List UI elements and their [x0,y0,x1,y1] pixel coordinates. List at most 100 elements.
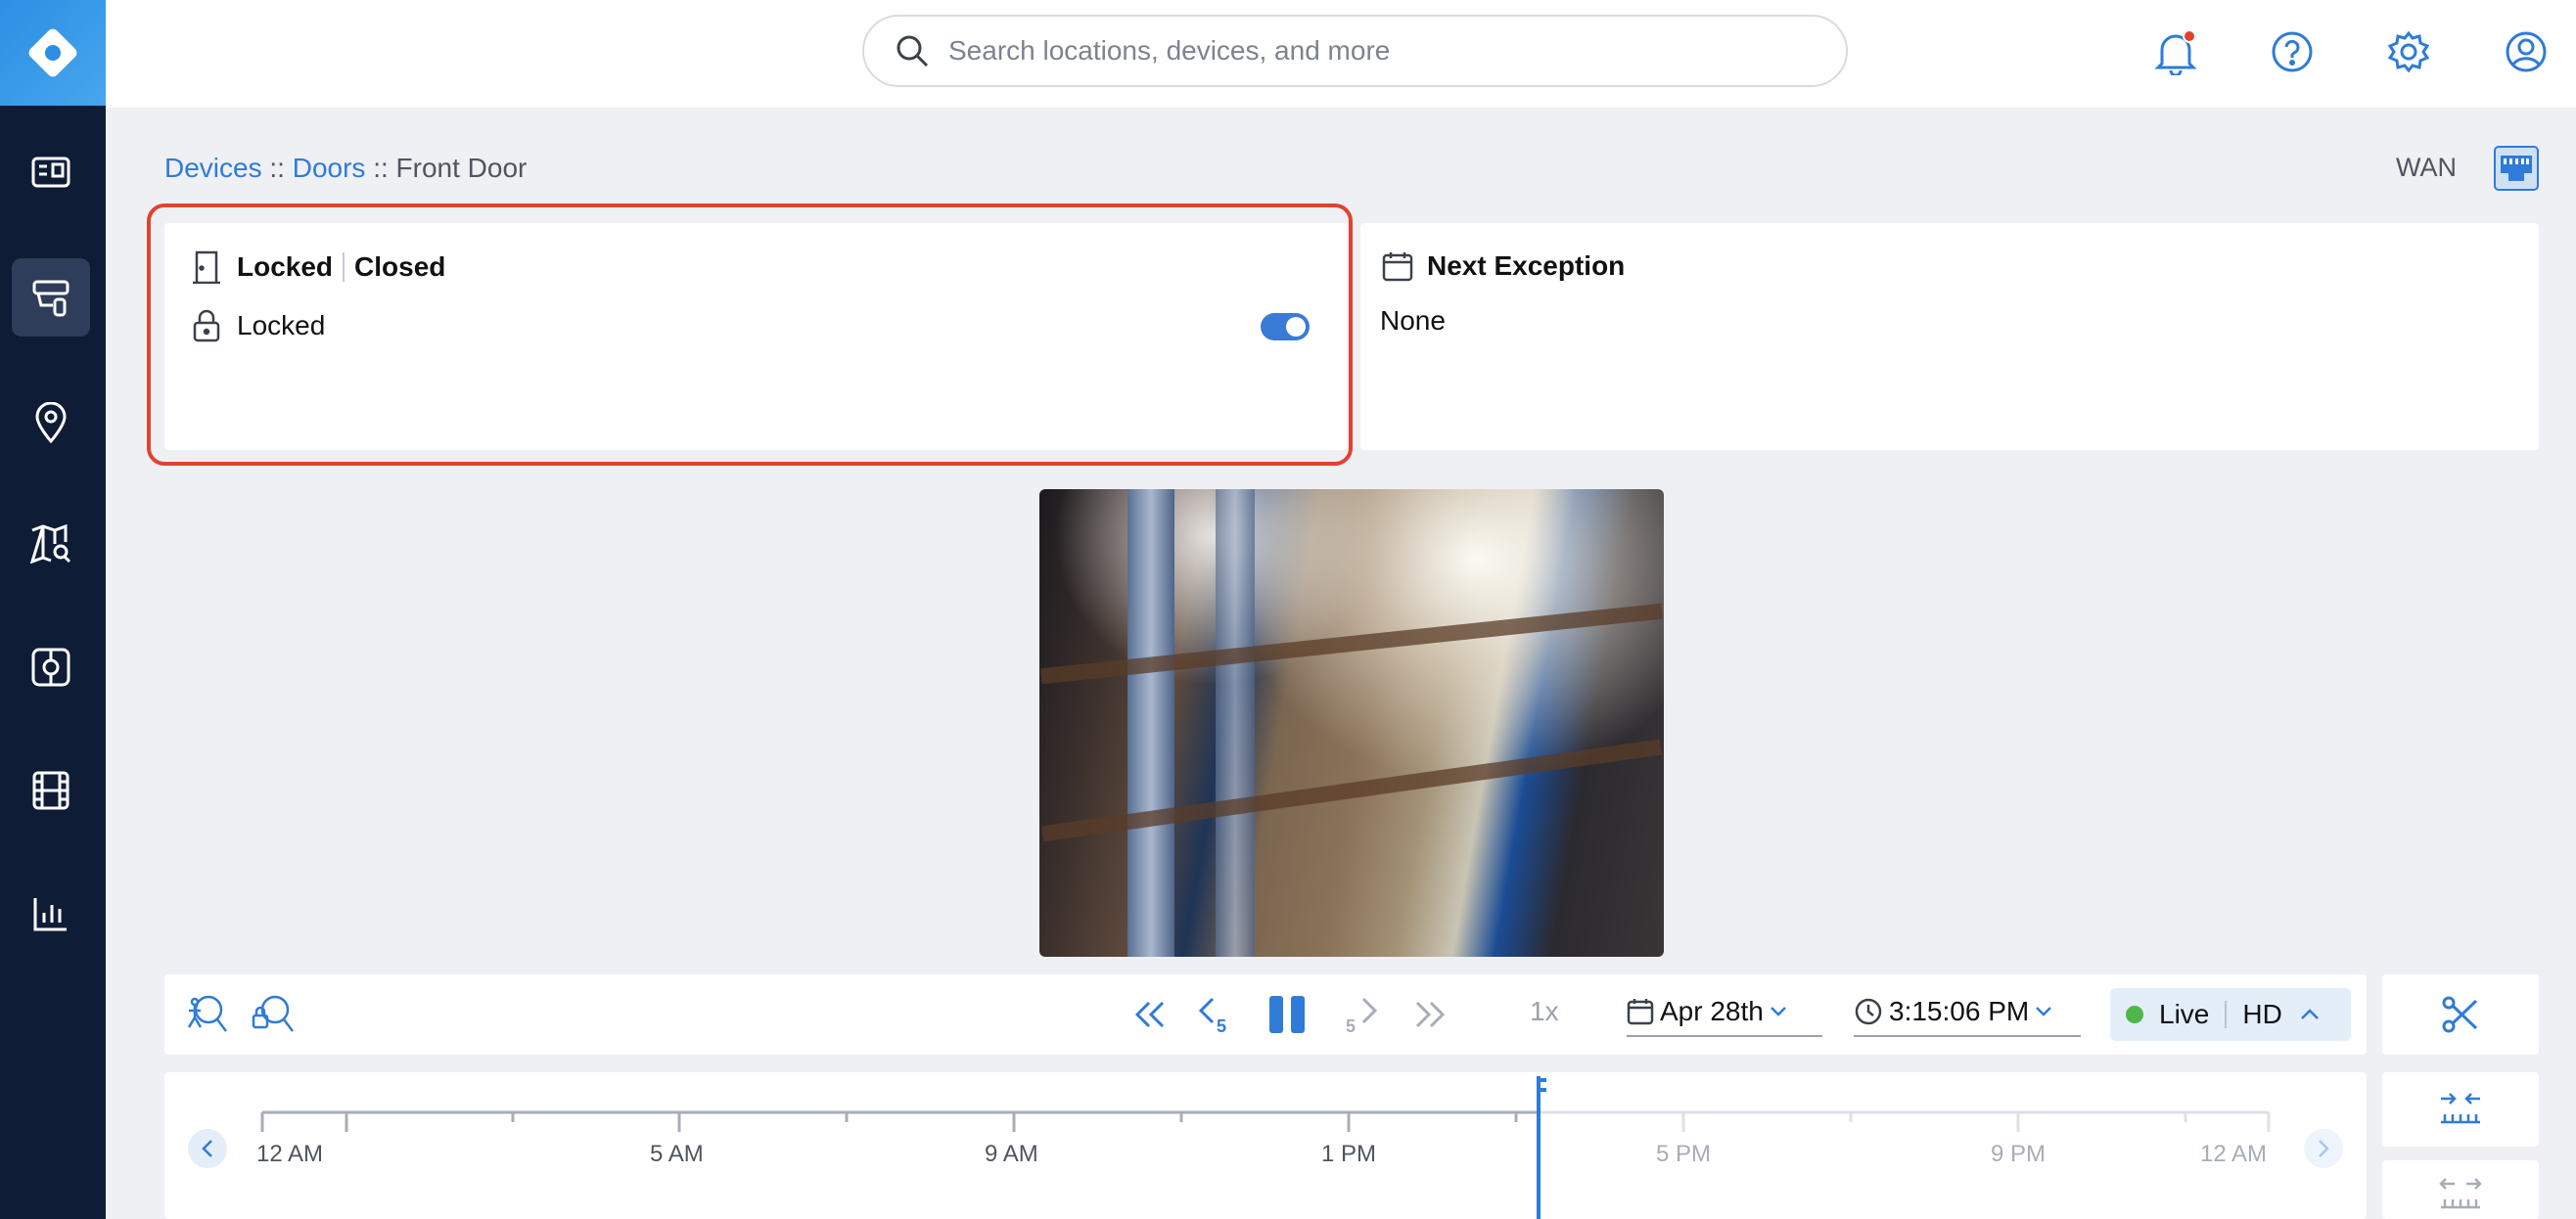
dashboard-icon [31,157,70,188]
timeline-label: 12 AM [2200,1141,2268,1167]
reports-icon [33,898,67,931]
network-label: WAN [2396,153,2457,182]
lock-label: Locked [237,310,326,340]
playback-controls: 5 5 1x Apr 28th 3:15:06 PM Live HD [164,974,2367,1055]
devices-icon [32,280,69,317]
live-label: Live [2159,999,2210,1029]
timeline-label: 12 AM [256,1141,324,1167]
live-indicator [2126,1006,2143,1023]
clip-button[interactable] [2382,974,2539,1055]
zoom-out-timeline-button[interactable] [2382,1160,2539,1219]
timeline[interactable]: 12 AM 5 AM 9 AM 1 PM 5 PM 9 PM 12 AM [164,1072,2367,1219]
timeline-label: 1 PM [1321,1141,1377,1167]
ethernet-icon [2494,146,2539,191]
sidebar-item-video[interactable] [12,751,90,830]
svg-text:5: 5 [1217,1016,1226,1034]
help-button[interactable] [2262,22,2323,82]
next-exception-label: Next Exception [1427,250,1626,281]
compress-timeline-icon [2441,1093,2480,1124]
lock-row: Locked [192,309,325,342]
locations-icon [35,402,67,443]
chevron-right-icon [2319,1140,2329,1157]
scissors-icon [2442,996,2478,1033]
calendar-icon [1382,252,1413,282]
sidebar [0,0,106,1219]
sidebar-item-devices[interactable] [12,258,90,337]
skip-back-5-button[interactable]: 5 [1188,988,1241,1041]
live-quality-selector[interactable]: Live HD [2110,988,2351,1041]
app-logo[interactable] [0,0,106,106]
person-search-icon [187,995,227,1032]
sidebar-item-locations[interactable] [12,384,90,462]
user-icon [2506,31,2547,72]
breadcrumb: Devices :: Doors :: Front Door [164,153,527,184]
help-icon [2272,31,2313,72]
sidebar-item-map[interactable] [12,505,90,583]
double-chevron-left-icon [1134,1001,1165,1028]
skip-forward-5-button[interactable]: 5 [1335,988,1388,1041]
access-icon [31,648,70,687]
pause-icon [1269,996,1305,1033]
quality-label: HD [2242,999,2282,1029]
settings-button[interactable] [2378,22,2439,82]
bell-icon [2154,29,2197,75]
timeline-label: 5 AM [650,1141,704,1167]
skip-back-5-icon: 5 [1198,997,1226,1034]
chevron-down-icon [2036,1007,2052,1016]
timeline-next-button[interactable] [2304,1129,2343,1168]
video-feature [1127,489,1174,957]
door-icon [193,250,220,284]
time-value: 3:15:06 PM [1889,996,2030,1026]
network-status [2494,146,2539,191]
motion-search-button[interactable] [180,988,233,1041]
notifications-button[interactable] [2145,22,2206,82]
timeline-label: 9 PM [1991,1141,2047,1167]
map-search-icon [29,524,71,564]
fast-forward-button[interactable] [1403,988,1456,1041]
sidebar-item-access[interactable] [12,628,90,706]
clock-icon [1855,998,1882,1025]
gear-icon [2387,30,2430,73]
access-search-button[interactable] [247,988,299,1041]
next-exception-title: Next Exception [1382,250,1625,282]
live-divider [2225,1001,2228,1028]
next-exception-value: None [1380,305,1446,336]
title-divider [343,252,345,282]
door-state-text: Closed [354,251,446,282]
search-icon [897,35,929,68]
sidebar-item-dashboard[interactable] [12,133,90,211]
breadcrumb-separator: :: [373,153,389,183]
chevron-down-icon [1770,1007,1786,1016]
timeline-label: 5 PM [1656,1141,1712,1167]
double-chevron-right-icon [1415,1001,1446,1028]
rewind-button[interactable] [1124,988,1176,1041]
lock-toggle[interactable] [1261,313,1310,340]
search-box[interactable] [862,15,1848,87]
breadcrumb-current: Front Door [395,153,528,183]
account-button[interactable] [2496,22,2556,82]
playback-speed[interactable]: 1x [1530,996,1559,1027]
skip-forward-5-icon: 5 [1346,997,1378,1034]
door-status-title: Locked Closed [192,250,445,284]
calendar-icon [1627,999,1654,1025]
expand-timeline-icon [2439,1178,2482,1209]
top-bar [106,0,2576,108]
breadcrumb-doors[interactable]: Doors [293,153,366,183]
search-input[interactable] [948,35,1810,67]
logo-icon [28,28,77,77]
pause-button[interactable] [1259,986,1315,1043]
time-picker[interactable]: 3:15:06 PM [1854,988,2081,1037]
lock-icon [193,309,220,342]
sidebar-item-reports[interactable] [12,875,90,953]
video-feature [1216,489,1255,957]
svg-text:5: 5 [1346,1016,1356,1034]
breadcrumb-devices[interactable]: Devices [164,153,262,183]
camera-feed[interactable] [1039,489,1664,957]
breadcrumb-separator: :: [269,153,285,183]
lock-state-text: Locked [237,251,334,282]
lock-search-icon [252,995,294,1032]
zoom-in-timeline-button[interactable] [2382,1072,2539,1147]
date-value: Apr 28th [1660,996,1764,1026]
video-icon [32,771,69,810]
date-picker[interactable]: Apr 28th [1627,988,1822,1037]
